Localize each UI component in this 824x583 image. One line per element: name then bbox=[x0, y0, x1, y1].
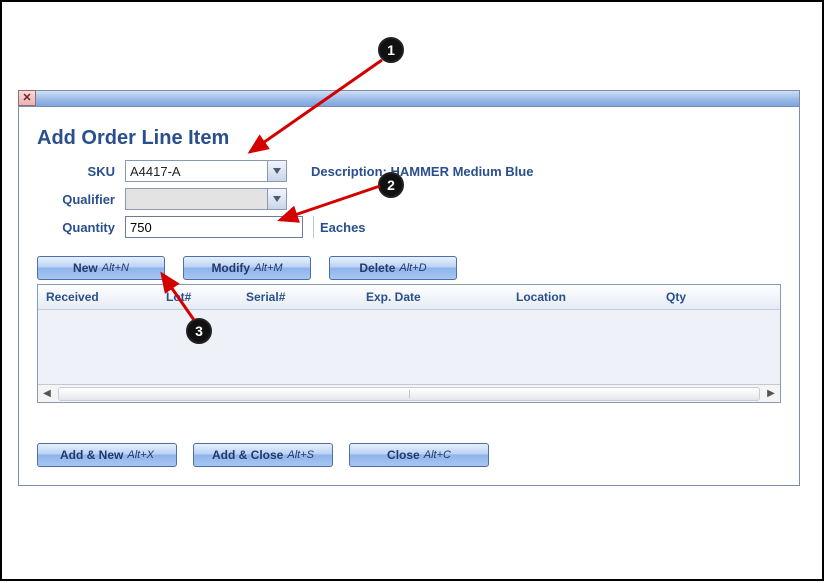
close-button[interactable]: Close Alt+C bbox=[349, 443, 489, 467]
sku-label: SKU bbox=[37, 164, 125, 179]
sku-input[interactable] bbox=[125, 160, 267, 182]
sku-dropdown-button[interactable] bbox=[267, 160, 287, 182]
delete-button-hotkey: Alt+D bbox=[399, 262, 426, 274]
quantity-label: Quantity bbox=[37, 220, 125, 235]
grid-header: Received Lot# Serial# Exp. Date Location… bbox=[38, 285, 780, 310]
callout-badge-1: 1 bbox=[378, 37, 404, 63]
close-icon[interactable]: ✕ bbox=[18, 90, 36, 106]
add-and-close-label: Add & Close bbox=[212, 448, 283, 462]
qualifier-dropdown-button[interactable] bbox=[267, 188, 287, 210]
screenshot-frame: ✕ Add Order Line Item SKU Description: H… bbox=[0, 0, 824, 581]
quantity-input[interactable] bbox=[125, 216, 303, 238]
description-value: HAMMER Medium Blue bbox=[390, 164, 533, 179]
description-label: Description: bbox=[311, 164, 387, 179]
modify-button-hotkey: Alt+M bbox=[254, 262, 282, 274]
qualifier-combo bbox=[125, 188, 287, 210]
qualifier-label: Qualifier bbox=[37, 192, 125, 207]
col-lot: Lot# bbox=[166, 290, 246, 304]
col-qty: Qty bbox=[666, 290, 746, 304]
chevron-down-icon bbox=[273, 168, 281, 174]
col-received: Received bbox=[46, 290, 166, 304]
scroll-track[interactable] bbox=[58, 387, 760, 401]
close-button-hotkey: Alt+C bbox=[424, 449, 451, 461]
new-button[interactable]: New Alt+N bbox=[37, 256, 165, 280]
row-sku: SKU Description: HAMMER Medium Blue bbox=[37, 160, 781, 182]
new-button-label: New bbox=[73, 261, 98, 275]
scroll-left-icon[interactable]: ◀ bbox=[38, 385, 56, 403]
col-serial: Serial# bbox=[246, 290, 366, 304]
description-text: Description: HAMMER Medium Blue bbox=[311, 164, 533, 179]
modify-button[interactable]: Modify Alt+M bbox=[183, 256, 311, 280]
col-location: Location bbox=[516, 290, 666, 304]
qualifier-input[interactable] bbox=[125, 188, 267, 210]
row-qualifier: Qualifier bbox=[37, 188, 781, 210]
add-and-new-button[interactable]: Add & New Alt+X bbox=[37, 443, 177, 467]
scroll-right-icon[interactable]: ▶ bbox=[762, 385, 780, 403]
dialog-window: ✕ Add Order Line Item SKU Description: H… bbox=[18, 90, 800, 486]
receipts-grid: Received Lot# Serial# Exp. Date Location… bbox=[37, 284, 781, 403]
new-button-hotkey: Alt+N bbox=[102, 262, 129, 274]
row-quantity: Quantity Eaches bbox=[37, 216, 781, 238]
col-exp-date: Exp. Date bbox=[366, 290, 516, 304]
window-body: Add Order Line Item SKU Description: HAM… bbox=[19, 107, 799, 485]
action-button-row: New Alt+N Modify Alt+M Delete Alt+D bbox=[37, 256, 781, 280]
delete-button[interactable]: Delete Alt+D bbox=[329, 256, 457, 280]
chevron-down-icon bbox=[273, 196, 281, 202]
uom-label: Eaches bbox=[313, 216, 366, 238]
add-and-new-hotkey: Alt+X bbox=[127, 449, 154, 461]
add-and-close-button[interactable]: Add & Close Alt+S bbox=[193, 443, 333, 467]
page-title: Add Order Line Item bbox=[37, 127, 781, 150]
add-and-new-label: Add & New bbox=[60, 448, 123, 462]
horizontal-scrollbar[interactable]: ◀ ▶ bbox=[38, 384, 780, 402]
delete-button-label: Delete bbox=[359, 261, 395, 275]
grid-body bbox=[38, 310, 780, 384]
add-and-close-hotkey: Alt+S bbox=[287, 449, 314, 461]
modify-button-label: Modify bbox=[211, 261, 250, 275]
sku-combo bbox=[125, 160, 287, 182]
footer-button-row: Add & New Alt+X Add & Close Alt+S Close … bbox=[37, 443, 781, 467]
close-button-label: Close bbox=[387, 448, 420, 462]
titlebar: ✕ bbox=[19, 91, 799, 107]
